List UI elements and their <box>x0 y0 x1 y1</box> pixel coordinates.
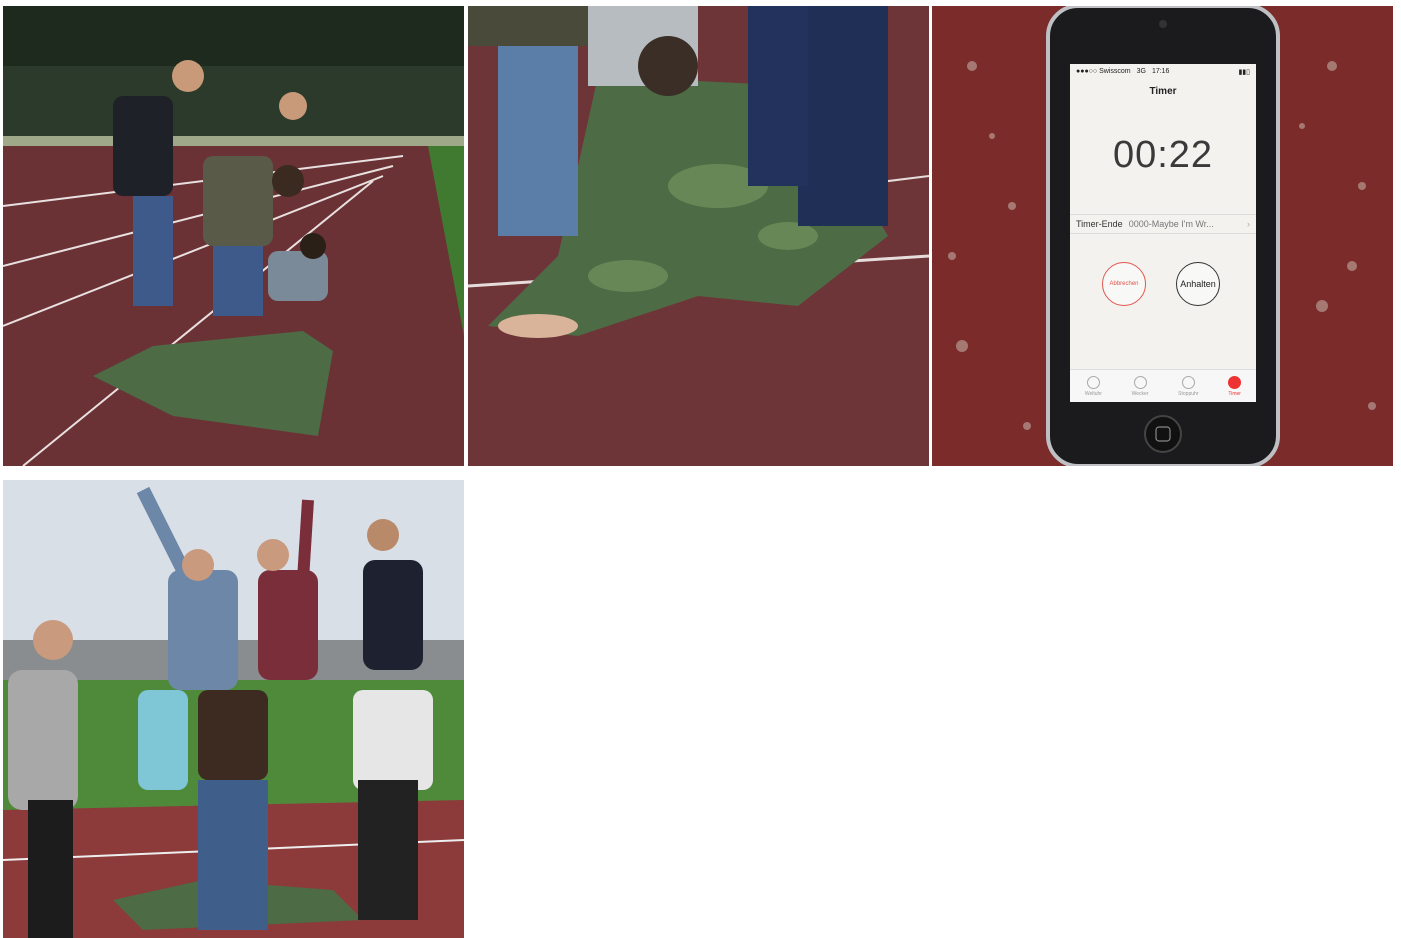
tab-alarm[interactable]: Wecker <box>1131 375 1149 397</box>
network-label: 3G <box>1136 68 1146 75</box>
timer-end-label: Timer-Ende <box>1076 219 1123 229</box>
timer-end-value: 0000-Maybe I'm Wr... <box>1128 219 1214 229</box>
alarm-clock-icon <box>1133 375 1147 389</box>
tab-world-clock[interactable]: Weltuhr <box>1084 375 1102 397</box>
countdown-display: 00:22 <box>1112 134 1214 176</box>
stopwatch-icon <box>1181 375 1195 389</box>
human-pyramid-image <box>3 6 464 466</box>
photo-human-pyramid <box>3 6 464 466</box>
cancel-button[interactable]: Abbrechen <box>1102 262 1146 306</box>
status-bar: ●●●○○ Swisscom 3G 17:16 ▮▮▯ <box>1076 68 1250 76</box>
carrier-label: ●●●○○ Swisscom <box>1076 68 1131 75</box>
tab-timer[interactable]: Timer <box>1228 375 1242 397</box>
photo-phone-timer: ●●●○○ Swisscom 3G 17:16 ▮▮▯ Timer 00:22 … <box>932 6 1393 466</box>
screen-title: Timer <box>1149 86 1177 97</box>
tab-bar: Weltuhr Wecker Stoppuhr Timer <box>1070 369 1256 402</box>
tab-label: Timer <box>1228 390 1241 397</box>
clock-label: 17:16 <box>1151 68 1170 75</box>
phone-device: ●●●○○ Swisscom 3G 17:16 ▮▮▯ Timer 00:22 … <box>1048 6 1278 466</box>
globe-icon <box>1086 375 1100 389</box>
celebration-image <box>3 480 464 938</box>
timer-end-row[interactable]: Timer-Ende 0000-Maybe I'm Wr... › <box>1070 214 1256 234</box>
pause-button[interactable]: Anhalten <box>1176 262 1220 306</box>
tab-label: Wecker <box>1131 390 1149 397</box>
photo-celebration <box>3 480 464 938</box>
tarp-fold-image <box>468 6 929 466</box>
timer-icon <box>1228 375 1242 389</box>
tab-label: Stoppuhr <box>1178 390 1199 397</box>
tab-label: Weltuhr <box>1084 390 1102 397</box>
battery-icon: ▮▮▯ <box>1238 69 1250 76</box>
photo-tarp-fold <box>468 6 929 466</box>
tab-stopwatch[interactable]: Stoppuhr <box>1178 375 1199 397</box>
phone-screen: ●●●○○ Swisscom 3G 17:16 ▮▮▯ Timer 00:22 … <box>1070 64 1256 402</box>
chevron-right-icon: › <box>1247 219 1250 229</box>
